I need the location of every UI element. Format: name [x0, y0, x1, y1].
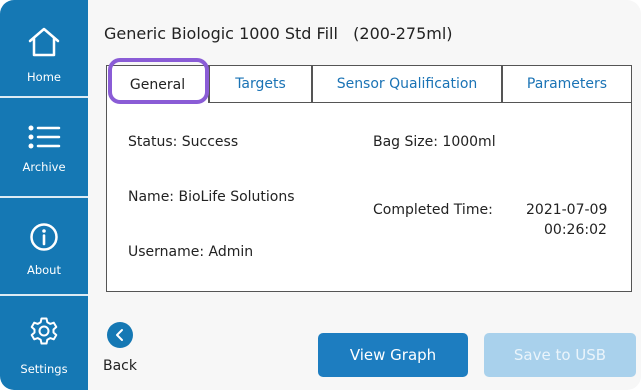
sidebar-item-about[interactable]: About — [0, 198, 88, 294]
completed-time-value: 00:26:02 — [544, 222, 607, 238]
save-to-usb-button[interactable]: Save to USB — [484, 333, 636, 377]
name-value: Name: BioLife Solutions — [128, 189, 295, 205]
completed-date-value: 2021-07-09 — [526, 202, 608, 218]
info-icon — [29, 222, 59, 256]
sidebar-item-settings[interactable]: Settings — [0, 296, 88, 390]
list-icon — [27, 124, 61, 154]
general-panel: Status: Success Bag Size: 1000ml Name: B… — [106, 102, 632, 292]
sidebar-item-home[interactable]: Home — [0, 0, 88, 96]
back-button[interactable] — [107, 322, 133, 348]
tab-parameters[interactable]: Parameters — [502, 65, 632, 103]
home-icon — [27, 26, 61, 62]
sidebar-item-label: Settings — [20, 362, 68, 376]
sidebar-item-label: Home — [27, 70, 61, 84]
status-value: Status: Success — [128, 134, 239, 150]
completed-time-label: Completed Time: — [373, 202, 493, 218]
main-content: Generic Biologic 1000 Std Fill (200-275m… — [88, 0, 641, 390]
sidebar-item-label: Archive — [22, 160, 66, 174]
tab-targets[interactable]: Targets — [209, 65, 312, 103]
sidebar-item-label: About — [26, 263, 61, 277]
username-value: Username: Admin — [128, 244, 254, 260]
back-label[interactable]: Back — [103, 358, 137, 374]
sidebar: Home Archive About Settings — [0, 0, 88, 390]
chevron-left-icon — [116, 329, 123, 341]
tab-sensor-qualification[interactable]: Sensor Qualification — [312, 65, 502, 103]
sidebar-item-archive[interactable]: Archive — [0, 98, 88, 196]
bag-size-value: Bag Size: 1000ml — [373, 134, 496, 150]
view-graph-button[interactable]: View Graph — [318, 333, 468, 377]
tab-general[interactable]: General — [106, 65, 209, 103]
page-title: Generic Biologic 1000 Std Fill (200-275m… — [104, 24, 453, 43]
gear-icon — [29, 316, 59, 350]
